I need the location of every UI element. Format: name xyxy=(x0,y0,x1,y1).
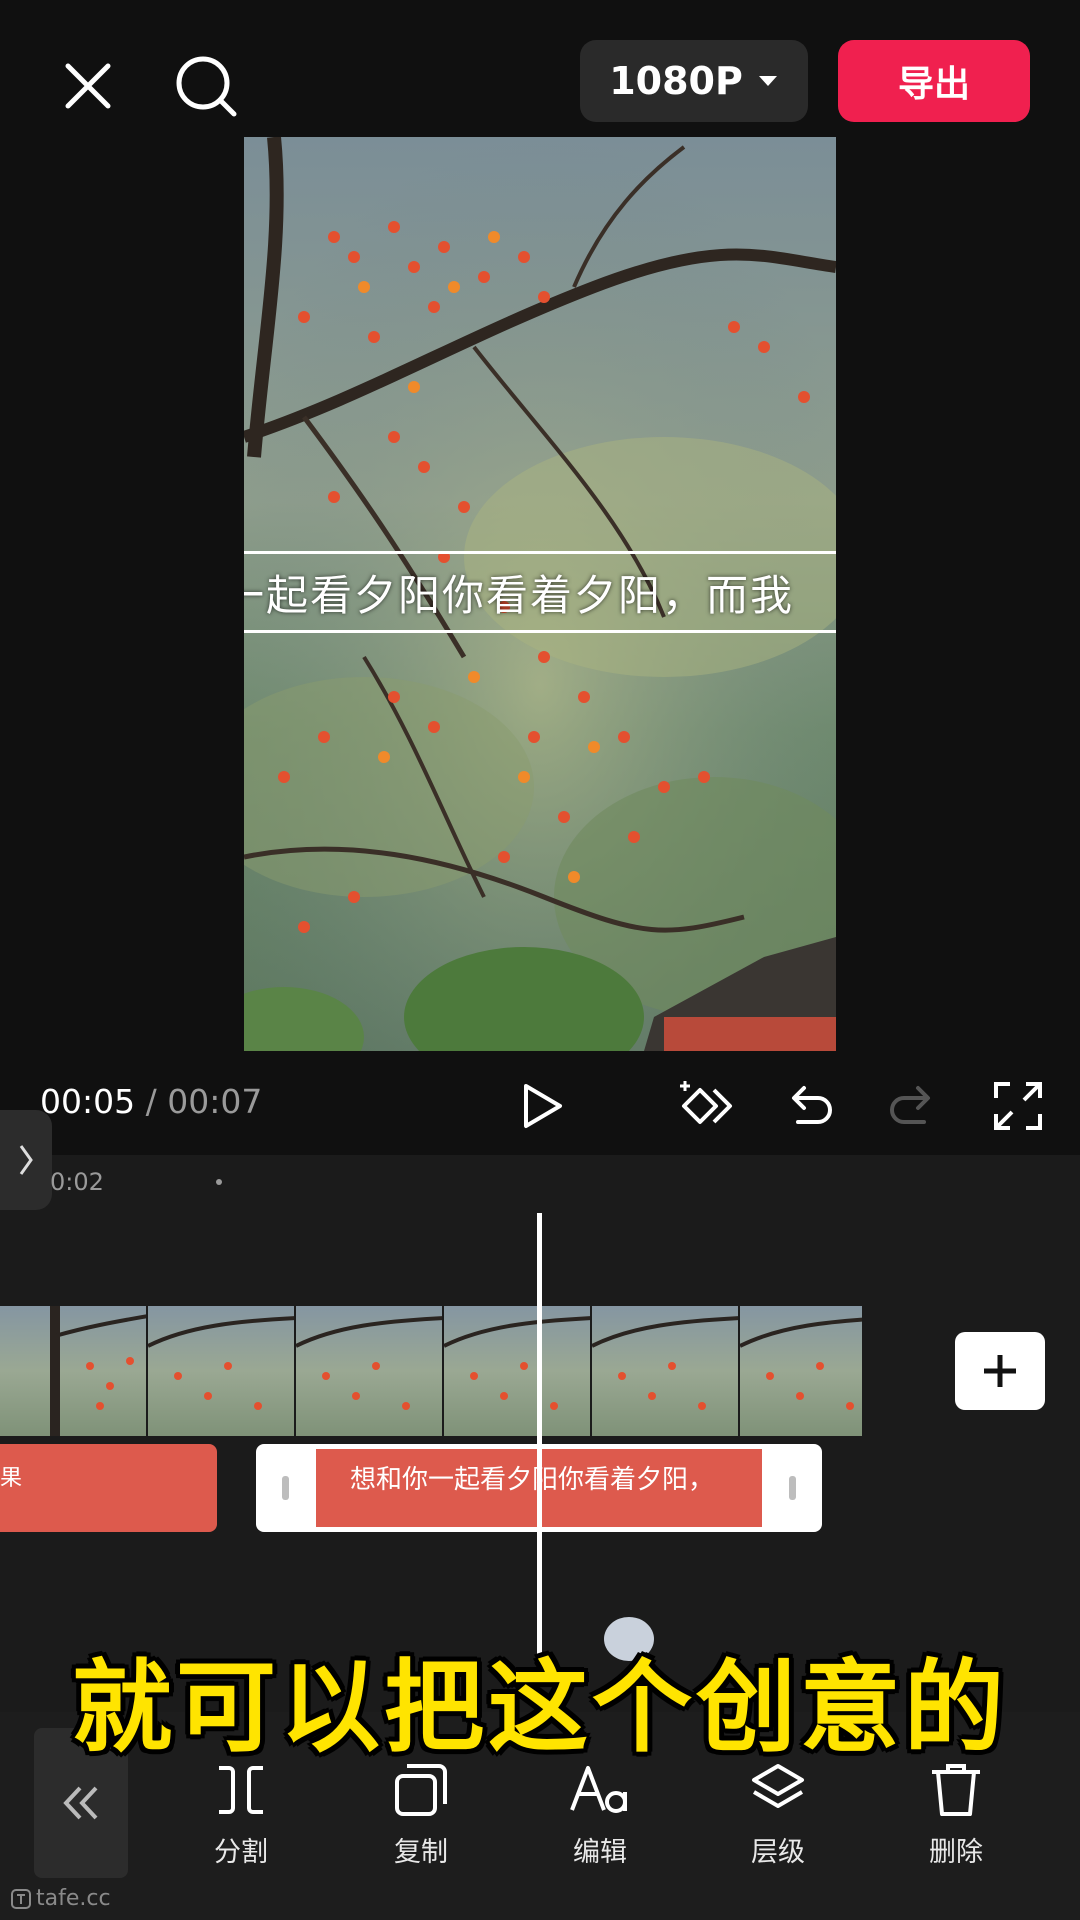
fullscreen-icon xyxy=(994,1082,1042,1130)
caret-down-icon xyxy=(758,76,777,86)
video-thumbnail xyxy=(296,1306,444,1436)
text-edit-icon xyxy=(570,1766,627,1813)
double-chevron-left-icon xyxy=(63,1786,98,1820)
undo-icon xyxy=(792,1086,832,1124)
edit-text-button[interactable]: 编辑 xyxy=(540,1760,660,1880)
copy-icon xyxy=(395,1764,447,1816)
plus-icon xyxy=(984,1355,1016,1387)
search-icon xyxy=(176,56,237,117)
split-icon xyxy=(219,1766,263,1814)
expand-panel-button[interactable] xyxy=(0,1110,52,1210)
overlay-subtitle: 就可以把这个创意的 xyxy=(72,1649,1008,1766)
layers-label: 层级 xyxy=(751,1837,805,1868)
resolution-label: 1080P xyxy=(609,59,743,103)
ruler-time-label: 0:02 xyxy=(50,1168,104,1196)
caption-text: 一起看夕阳你看着夕阳，而我 xyxy=(244,570,795,620)
delete-label: 删除 xyxy=(929,1837,983,1868)
resolution-dropdown[interactable]: 1080P xyxy=(580,40,808,122)
layers-icon xyxy=(752,1764,804,1808)
text-clip-label: 想和你一起看夕阳你看着夕阳， xyxy=(350,1465,715,1495)
caption-selection-box[interactable]: 一起看夕阳你看着夕阳，而我 xyxy=(244,551,836,633)
copy-button[interactable]: 复制 xyxy=(361,1760,481,1880)
playhead[interactable] xyxy=(537,1213,542,1658)
add-clip-button[interactable] xyxy=(955,1332,1045,1410)
trim-handle-left[interactable] xyxy=(282,1476,289,1500)
redo-button[interactable] xyxy=(886,1078,942,1134)
add-keyframe-button[interactable] xyxy=(674,1078,734,1134)
layers-button[interactable]: 层级 xyxy=(718,1760,838,1880)
text-clip[interactable]: 果 xyxy=(0,1444,217,1532)
video-preview[interactable]: 一起看夕阳你看着夕阳，而我 xyxy=(244,137,836,1051)
trim-handle-right[interactable] xyxy=(789,1476,796,1500)
edit-label: 编辑 xyxy=(573,1837,627,1868)
export-label: 导出 xyxy=(897,64,970,105)
current-time: 00:05 xyxy=(40,1082,136,1121)
total-time: 00:07 xyxy=(167,1082,263,1121)
video-thumbnail xyxy=(592,1306,740,1436)
close-icon xyxy=(65,63,111,109)
ruler-tick xyxy=(216,1179,222,1185)
text-clip-label: 果 xyxy=(0,1466,23,1491)
video-thumbnail xyxy=(740,1306,862,1436)
time-display: 00:05 / 00:07 xyxy=(40,1082,262,1121)
split-button[interactable]: 分割 xyxy=(181,1760,301,1880)
delete-button[interactable]: 删除 xyxy=(896,1760,1016,1880)
play-button[interactable] xyxy=(514,1078,570,1134)
watermark-text: tafe.cc xyxy=(36,1886,111,1911)
copy-label: 复制 xyxy=(394,1837,448,1868)
keyframe-icon xyxy=(680,1081,732,1124)
watermark-logo-icon xyxy=(11,1888,31,1909)
time-separator: / xyxy=(145,1082,157,1121)
fullscreen-button[interactable] xyxy=(990,1078,1046,1134)
video-thumbnail xyxy=(444,1306,592,1436)
export-button[interactable]: 导出 xyxy=(838,40,1030,122)
search-button[interactable] xyxy=(172,52,240,120)
redo-icon xyxy=(890,1086,930,1124)
trash-icon xyxy=(932,1764,980,1816)
video-track[interactable] xyxy=(0,1306,862,1436)
close-button[interactable] xyxy=(58,56,118,116)
split-label: 分割 xyxy=(214,1837,268,1868)
video-thumbnail xyxy=(0,1306,148,1436)
video-thumbnail xyxy=(148,1306,296,1436)
undo-button[interactable] xyxy=(780,1078,836,1134)
chevron-right-icon xyxy=(19,1145,33,1175)
play-icon xyxy=(524,1084,562,1128)
watermark: tafe.cc xyxy=(10,1886,111,1911)
